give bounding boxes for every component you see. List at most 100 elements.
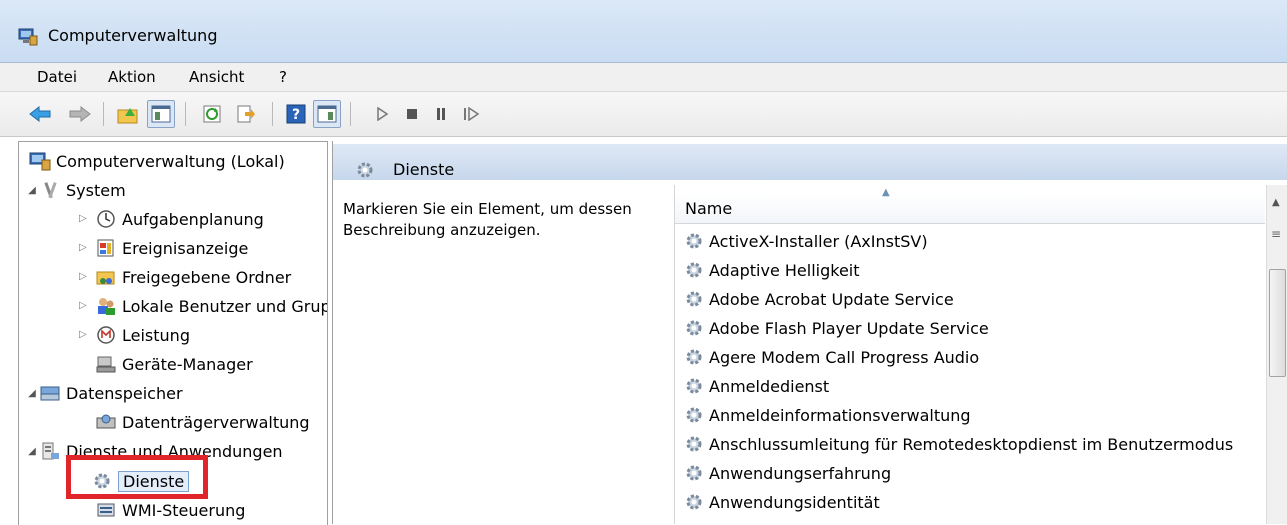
window-title: Computerverwaltung — [48, 26, 218, 45]
list-item[interactable]: Adaptive Helligkeit — [683, 258, 860, 282]
tree-label: Leistung — [122, 325, 190, 345]
sort-ascending-icon: ▲ — [882, 187, 890, 198]
tree-item-aufgabenplanung[interactable]: Aufgabenplanung — [95, 206, 264, 232]
tree-item-leistung[interactable]: Leistung — [95, 322, 190, 348]
menu-ansicht[interactable]: Ansicht — [189, 68, 244, 86]
restart-service-icon[interactable] — [457, 100, 485, 128]
disk-management-icon — [96, 414, 116, 429]
storage-icon — [40, 386, 60, 401]
list-item[interactable]: Anmeldeinformationsverwaltung — [683, 403, 971, 427]
tree-label: Freigegebene Ordner — [122, 267, 292, 287]
tree-label: Ereignisanzeige — [122, 238, 249, 258]
pane-title: Dienste — [393, 160, 455, 179]
tree-label: Datenspeicher — [66, 383, 183, 403]
tree-item-system[interactable]: ◢ System — [25, 177, 126, 203]
gear-icon — [686, 407, 702, 423]
shared-folder-icon — [96, 271, 115, 285]
tree-label: Lokale Benutzer und Gruppen — [122, 296, 327, 316]
gear-icon — [686, 291, 702, 307]
services-applications-icon — [42, 442, 59, 460]
list-item[interactable]: Adobe Flash Player Update Service — [683, 316, 989, 340]
pane-header: Dienste — [333, 144, 1287, 180]
gear-icon — [686, 494, 702, 510]
export-list-icon[interactable] — [232, 100, 260, 128]
title-bar: Computerverwaltung — [0, 0, 1287, 63]
highlight-box — [66, 455, 208, 499]
services-list: ▲ Name ActiveX-Installer (AxInstSV) Adap… — [674, 185, 1265, 524]
tree-label: Aufgabenplanung — [122, 209, 264, 229]
expand-arrow-icon[interactable]: ▷ — [79, 213, 87, 224]
service-name: Adobe Flash Player Update Service — [709, 318, 989, 338]
tree-item-freigegebene-ordner[interactable]: Freigegebene Ordner — [95, 264, 291, 290]
list-item[interactable]: Anmeldedienst — [683, 374, 829, 398]
menu-bar: Datei Aktion Ansicht ? — [0, 63, 1287, 92]
list-item[interactable]: Anwendungserfahrung — [683, 461, 891, 485]
tree-item-geraete-manager[interactable]: Geräte-Manager — [95, 351, 253, 377]
tools-icon — [44, 182, 57, 199]
refresh-icon[interactable] — [198, 100, 226, 128]
gear-icon — [357, 162, 373, 178]
list-item[interactable]: Agere Modem Call Progress Audio — [683, 345, 979, 369]
gear-icon — [686, 465, 702, 481]
tree-item-ereignisanzeige[interactable]: Ereignisanzeige — [95, 235, 248, 261]
list-item[interactable]: Adobe Acrobat Update Service — [683, 287, 954, 311]
collapse-arrow-icon[interactable]: ◢ — [25, 185, 39, 196]
menu-datei[interactable]: Datei — [37, 68, 77, 86]
service-name: Anmeldedienst — [709, 376, 830, 396]
tree-item-datentraegerverwaltung[interactable]: Datenträgerverwaltung — [95, 409, 310, 435]
expand-arrow-icon[interactable]: ▷ — [79, 242, 87, 253]
device-manager-icon — [96, 356, 116, 373]
service-name: Anmeldeinformationsverwaltung — [709, 405, 971, 425]
gear-icon — [686, 320, 702, 336]
list-item[interactable]: ActiveX-Installer (AxInstSV) — [683, 229, 928, 253]
gear-icon — [686, 349, 702, 365]
gear-icon — [686, 436, 702, 452]
vertical-scrollbar[interactable]: ▲ ≡ — [1266, 185, 1287, 524]
scroll-up-arrow-icon[interactable]: ▲ — [1272, 197, 1280, 208]
help-icon[interactable]: ? — [282, 100, 310, 128]
tree-item-lokale-benutzer[interactable]: Lokale Benutzer und Gruppen — [95, 293, 327, 319]
list-item[interactable]: Anschlussumleitung für Remotedesktopdien… — [683, 432, 1233, 456]
tree-label: Geräte-Manager — [122, 354, 253, 374]
wmi-control-icon — [97, 503, 115, 517]
tree-label: System — [66, 180, 126, 200]
toolbar: ? — [0, 92, 1287, 137]
performance-icon — [97, 326, 115, 344]
menu-help[interactable]: ? — [279, 68, 287, 86]
start-service-icon[interactable] — [368, 100, 396, 128]
gear-icon — [686, 262, 702, 278]
clock-icon — [97, 210, 115, 228]
tree-item-root[interactable]: Computerverwaltung (Lokal) — [29, 148, 285, 174]
tree-label: WMI-Steuerung — [122, 500, 246, 520]
gear-icon — [686, 233, 702, 249]
column-header-label: Name — [685, 199, 733, 218]
collapse-arrow-icon[interactable]: ◢ — [25, 388, 39, 399]
back-arrow-icon[interactable] — [26, 100, 54, 128]
pause-service-icon[interactable] — [427, 100, 455, 128]
collapse-arrow-icon[interactable]: ◢ — [25, 446, 39, 457]
service-name: Adobe Acrobat Update Service — [709, 289, 954, 309]
service-description: Markieren Sie ein Element, um dessen Bes… — [343, 200, 632, 239]
tree-label: Computerverwaltung (Lokal) — [56, 151, 285, 171]
expand-arrow-icon[interactable]: ▷ — [79, 300, 87, 311]
menu-aktion[interactable]: Aktion — [108, 68, 156, 86]
scroll-grip-icon: ≡ — [1271, 227, 1282, 241]
forward-arrow-icon[interactable] — [66, 100, 94, 128]
computer-management-icon — [18, 28, 38, 46]
tree-item-datenspeicher[interactable]: ◢ Datenspeicher — [25, 380, 183, 406]
computer-management-icon — [29, 152, 51, 171]
column-header-name[interactable]: ▲ Name — [675, 187, 1265, 224]
users-icon — [98, 298, 115, 315]
gear-icon — [686, 378, 702, 394]
details-pane: Dienste Markieren Sie ein Element, um de… — [332, 141, 1287, 524]
up-folder-icon[interactable] — [114, 100, 142, 128]
scroll-thumb[interactable] — [1269, 269, 1286, 377]
list-item[interactable]: Anwendungsidentität — [683, 490, 880, 514]
tree-item-wmi-steuerung[interactable]: WMI-Steuerung — [95, 497, 245, 523]
expand-arrow-icon[interactable]: ▷ — [79, 271, 87, 282]
service-name: Agere Modem Call Progress Audio — [709, 347, 980, 367]
stop-service-icon[interactable] — [398, 100, 426, 128]
expand-arrow-icon[interactable]: ▷ — [79, 329, 87, 340]
show-hide-console-tree-icon[interactable] — [147, 100, 175, 128]
show-hide-action-pane-icon[interactable] — [313, 100, 341, 128]
